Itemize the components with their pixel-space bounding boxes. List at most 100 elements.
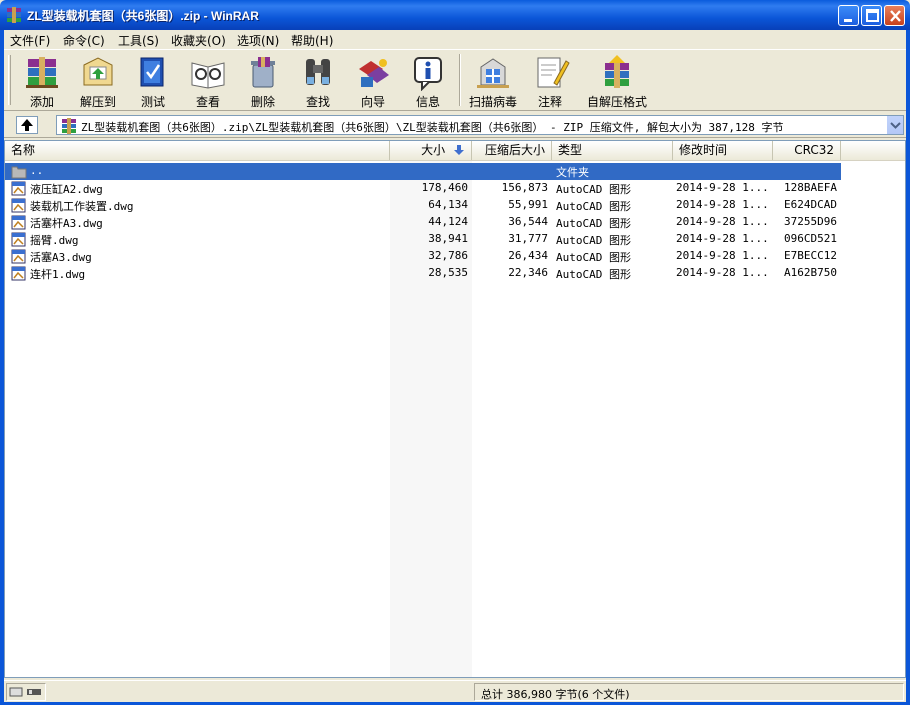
cell-type: AutoCAD 图形: [556, 234, 631, 247]
minimize-button[interactable]: [838, 5, 859, 26]
sfx-button[interactable]: 自解压格式: [579, 53, 655, 109]
column-header-type[interactable]: 类型: [552, 141, 673, 160]
up-folder-button[interactable]: [16, 116, 38, 134]
cell-size: 178,460: [421, 181, 468, 194]
dwg-file-icon: [11, 215, 26, 230]
info-button[interactable]: 信息: [400, 53, 456, 109]
parent-folder-type: 文件夹: [556, 166, 589, 179]
scan-virus-icon: [477, 58, 509, 88]
cell-name: 活塞A3.dwg: [30, 251, 92, 264]
cell-crc: E624DCAD: [784, 198, 837, 211]
table-row[interactable]: 装载机工作装置.dwg 64,134 55,991 AutoCAD 图形 2014-9-…: [5, 197, 841, 214]
cell-crc: A162B750: [784, 266, 837, 279]
folder-icon: [11, 166, 27, 179]
table-row[interactable]: 活塞杆A3.dwg 44,124 36,544 AutoCAD 图形 2014-9-28…: [5, 214, 841, 231]
table-row[interactable]: 摇臂.dwg 38,941 31,777 AutoCAD 图形 2014-9-28 1.…: [5, 231, 841, 248]
cell-modified: 2014-9-28 1...: [676, 249, 769, 262]
cell-packed: 55,991: [508, 198, 548, 211]
menu-file[interactable]: 文件(F): [10, 32, 50, 49]
cell-size: 28,535: [428, 266, 468, 279]
window-frame-right: [906, 30, 910, 705]
extract-to-label: 解压到: [79, 95, 116, 109]
cell-type: AutoCAD 图形: [556, 183, 631, 196]
window-title: ZL型装载机套图（共6张图）.zip - WinRAR: [27, 9, 259, 23]
cell-name: 摇臂.dwg: [30, 234, 79, 247]
status-drive-pane[interactable]: [6, 683, 46, 701]
up-arrow-icon: [21, 119, 33, 131]
cell-packed: 26,434: [508, 249, 548, 262]
column-header-crc[interactable]: CRC32: [773, 141, 841, 160]
view-label: 查看: [195, 95, 220, 109]
column-type-label: 类型: [558, 143, 583, 157]
cell-size: 44,124: [428, 215, 468, 228]
cell-crc: E7BECC12: [784, 249, 837, 262]
cell-type: AutoCAD 图形: [556, 200, 631, 213]
comment-button[interactable]: 注释: [522, 53, 578, 109]
title-bar[interactable]: ZL型装载机套图（共6张图）.zip - WinRAR: [0, 0, 910, 30]
table-row[interactable]: 连杆1.dwg 28,535 22,346 AutoCAD 图形 2014-9-28 1…: [5, 265, 841, 282]
info-label: 信息: [415, 95, 440, 109]
minimize-icon: [844, 19, 852, 22]
view-icon: [191, 62, 225, 89]
menu-options[interactable]: 选项(N): [237, 32, 279, 49]
menu-commands[interactable]: 命令(C): [63, 32, 105, 49]
test-icon: [140, 57, 164, 87]
wizard-icon: [359, 59, 389, 87]
status-bar: 总计 386,980 字节(6 个文件): [4, 680, 906, 702]
cell-name: 活塞杆A3.dwg: [30, 217, 103, 230]
column-header-modified[interactable]: 修改时间: [673, 141, 773, 160]
menu-help[interactable]: 帮助(H): [291, 32, 333, 49]
scan-virus-button[interactable]: 扫描病毒: [462, 53, 524, 109]
column-size-label: 大小: [421, 143, 446, 157]
cell-modified: 2014-9-28 1...: [676, 232, 769, 245]
info-icon: [414, 57, 442, 91]
view-button[interactable]: 查看: [180, 53, 236, 109]
add-button[interactable]: 添加: [14, 53, 70, 109]
cell-type: AutoCAD 图形: [556, 268, 631, 281]
extract-to-icon: [83, 57, 113, 86]
file-list[interactable]: 名称 大小 压缩后大小 类型 修改时间 CRC32 .. 文件夹 液压缸A2.d…: [4, 140, 906, 678]
table-row[interactable]: 活塞A3.dwg 32,786 26,434 AutoCAD 图形 2014-9-28 …: [5, 248, 841, 265]
cell-name: 连杆1.dwg: [30, 268, 86, 281]
cell-name: 装载机工作装置.dwg: [30, 200, 134, 213]
address-field[interactable]: ZL型装载机套图（共6张图）.zip\ZL型装载机套图（共6张图）\ZL型装载机…: [56, 115, 904, 135]
column-header-size[interactable]: 大小: [390, 141, 472, 160]
delete-button[interactable]: 删除: [235, 53, 291, 109]
cell-crc: 37255D96: [784, 215, 837, 228]
close-button[interactable]: [884, 5, 905, 26]
find-button[interactable]: 查找: [290, 53, 346, 109]
test-button[interactable]: 测试: [125, 53, 181, 109]
column-packed-label: 压缩后大小: [484, 143, 545, 157]
column-name-label: 名称: [11, 143, 36, 157]
dwg-file-icon: [11, 249, 26, 264]
cell-type: AutoCAD 图形: [556, 251, 631, 264]
comment-label: 注释: [537, 95, 562, 109]
cell-modified: 2014-9-28 1...: [676, 181, 769, 194]
table-row[interactable]: 液压缸A2.dwg 178,460 156,873 AutoCAD 图形 2014-9-…: [5, 180, 841, 197]
cell-packed: 31,777: [508, 232, 548, 245]
menu-bar: 文件(F) 命令(C) 工具(S) 收藏夹(O) 选项(N) 帮助(H): [0, 30, 910, 49]
winrar-app-icon[interactable]: [6, 7, 22, 23]
status-summary: 总计 386,980 字节(6 个文件): [481, 688, 630, 701]
cell-size: 38,941: [428, 232, 468, 245]
status-summary-pane: 总计 386,980 字节(6 个文件): [474, 683, 904, 701]
cell-size: 32,786: [428, 249, 468, 262]
extract-to-button[interactable]: 解压到: [70, 53, 126, 109]
column-header-packed[interactable]: 压缩后大小: [472, 141, 552, 160]
column-header-name[interactable]: 名称: [5, 141, 390, 160]
column-crc-label: CRC32: [794, 143, 834, 157]
close-icon: [890, 10, 901, 22]
address-dropdown-button[interactable]: [886, 116, 903, 134]
menu-favorites[interactable]: 收藏夹(O): [171, 32, 226, 49]
toolbar-grip[interactable]: [8, 55, 11, 105]
delete-label: 删除: [250, 95, 275, 109]
chevron-down-icon: [890, 122, 901, 129]
delete-icon: [251, 57, 275, 88]
cell-packed: 36,544: [508, 215, 548, 228]
dwg-file-icon: [11, 198, 26, 213]
drive-icon: [9, 687, 41, 697]
menu-tools[interactable]: 工具(S): [118, 32, 159, 49]
wizard-button[interactable]: 向导: [345, 53, 401, 109]
parent-folder-row[interactable]: .. 文件夹: [5, 163, 841, 180]
maximize-button[interactable]: [861, 5, 882, 26]
